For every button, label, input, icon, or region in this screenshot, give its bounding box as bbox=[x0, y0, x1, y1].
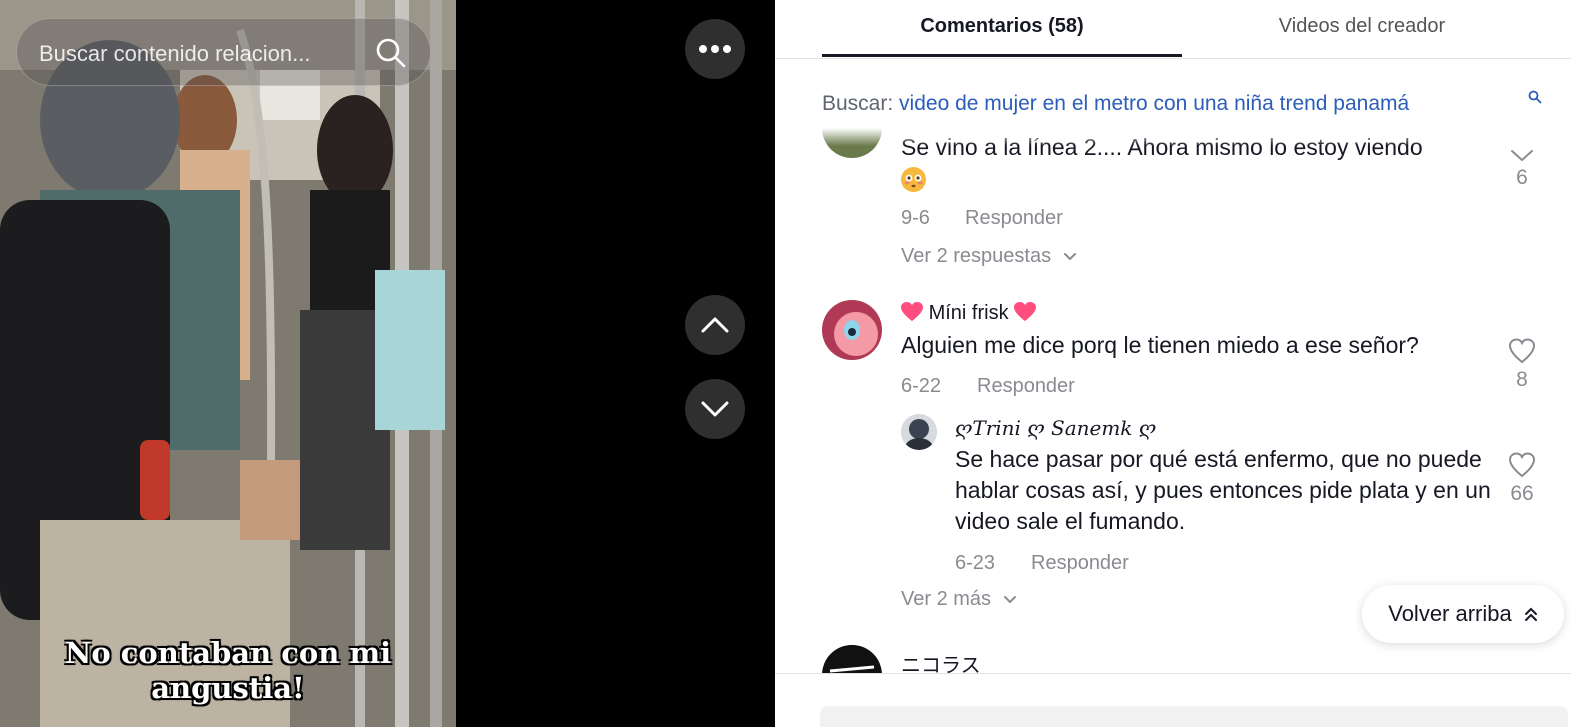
video-frame-image bbox=[0, 0, 456, 727]
comment-item: Se vino a la línea 2.... Ahora mismo lo … bbox=[775, 128, 1571, 278]
heart-emoji-icon bbox=[901, 302, 923, 321]
related-search: Buscar: video de mujer en el metro con u… bbox=[822, 90, 1542, 116]
tab-comments[interactable]: Comentarios (58) bbox=[822, 15, 1182, 38]
reply-username[interactable]: ღTrini ღ Sanemk ღ bbox=[955, 416, 1156, 440]
video-caption-line-1: No contaban con mi bbox=[64, 636, 392, 670]
heart-outline-icon bbox=[1508, 452, 1536, 478]
view-more-replies-button[interactable]: Ver 2 más bbox=[901, 588, 1017, 611]
tabs-divider bbox=[775, 58, 1571, 59]
like-count: 6 bbox=[1516, 166, 1528, 189]
video-search-input[interactable] bbox=[39, 41, 359, 67]
like-button[interactable]: 8 bbox=[1502, 338, 1542, 392]
like-count: 66 bbox=[1510, 482, 1534, 505]
comment-username[interactable]: ニコラス bbox=[901, 649, 981, 673]
comment-username[interactable]: Míni frisk bbox=[901, 302, 1037, 325]
reply-text: Se hace pasar por qué está enfermo, que … bbox=[955, 446, 1491, 534]
chevron-down-icon bbox=[1003, 596, 1016, 604]
chevron-up-icon bbox=[701, 317, 729, 333]
comment-date: 9-6 bbox=[901, 207, 930, 229]
chevron-down-icon bbox=[701, 401, 729, 417]
next-video-button[interactable] bbox=[685, 379, 745, 439]
comment-item: ニコラス bbox=[775, 643, 1571, 673]
avatar[interactable] bbox=[822, 645, 882, 673]
reply-button[interactable]: Responder bbox=[965, 207, 1063, 230]
username-text: Míni frisk bbox=[928, 302, 1009, 324]
more-options-button[interactable] bbox=[685, 19, 745, 79]
video-caption: No contaban con mi angustia! bbox=[0, 636, 456, 706]
view-more-label: Ver 2 más bbox=[901, 588, 992, 610]
panel-tabs: Comentarios (58) Videos del creador bbox=[822, 0, 1542, 58]
heart-outline-icon bbox=[1508, 338, 1536, 364]
view-replies-button[interactable]: Ver 2 respuestas bbox=[901, 245, 1077, 268]
search-icon bbox=[1528, 90, 1542, 104]
like-button[interactable]: 6 bbox=[1502, 148, 1542, 190]
more-dots-icon bbox=[699, 45, 731, 53]
video-player[interactable]: No contaban con mi angustia! bbox=[0, 0, 456, 727]
view-replies-label: Ver 2 respuestas bbox=[901, 245, 1052, 267]
reply-date: 6-23 bbox=[955, 552, 996, 574]
heart-emoji-icon bbox=[1014, 302, 1037, 321]
back-to-top-label: Volver arriba bbox=[1388, 601, 1512, 626]
back-to-top-button[interactable]: Volver arriba bbox=[1362, 585, 1564, 643]
avatar[interactable] bbox=[822, 300, 882, 360]
tab-creator-videos[interactable]: Videos del creador bbox=[1182, 15, 1542, 38]
like-count: 8 bbox=[1516, 368, 1528, 391]
reply-item: ღTrini ღ Sanemk ღ Se hace pasar por qué … bbox=[901, 412, 1571, 582]
heart-outline-icon bbox=[1511, 150, 1533, 161]
related-search-label: Buscar: bbox=[822, 92, 894, 115]
like-button[interactable]: 66 bbox=[1502, 452, 1542, 506]
video-search-bar[interactable] bbox=[16, 18, 431, 86]
flushed-face-emoji-icon bbox=[901, 167, 926, 193]
scroll-fade bbox=[775, 128, 1571, 146]
comment-input-box[interactable] bbox=[820, 706, 1568, 727]
comment-date: 6-22 bbox=[901, 375, 942, 397]
related-search-link[interactable]: video de mujer en el metro con una niña … bbox=[899, 92, 1409, 115]
active-tab-indicator bbox=[822, 54, 1182, 57]
double-chevron-up-icon bbox=[1524, 607, 1537, 621]
input-divider bbox=[775, 673, 1571, 674]
chevron-down-icon bbox=[1063, 253, 1076, 261]
video-caption-line-2: angustia! bbox=[151, 671, 305, 705]
reply-button[interactable]: Responder bbox=[1031, 552, 1129, 575]
video-area: No contaban con mi angustia! bbox=[0, 0, 775, 727]
comment-text: Alguien me dice porq le tienen miedo a e… bbox=[901, 332, 1419, 358]
comment-item: Míni frisk Alguien me dice porq le tiene… bbox=[775, 298, 1571, 618]
avatar[interactable] bbox=[901, 414, 937, 450]
previous-video-button[interactable] bbox=[685, 295, 745, 355]
search-icon[interactable] bbox=[375, 37, 407, 69]
reply-button[interactable]: Responder bbox=[977, 375, 1075, 398]
